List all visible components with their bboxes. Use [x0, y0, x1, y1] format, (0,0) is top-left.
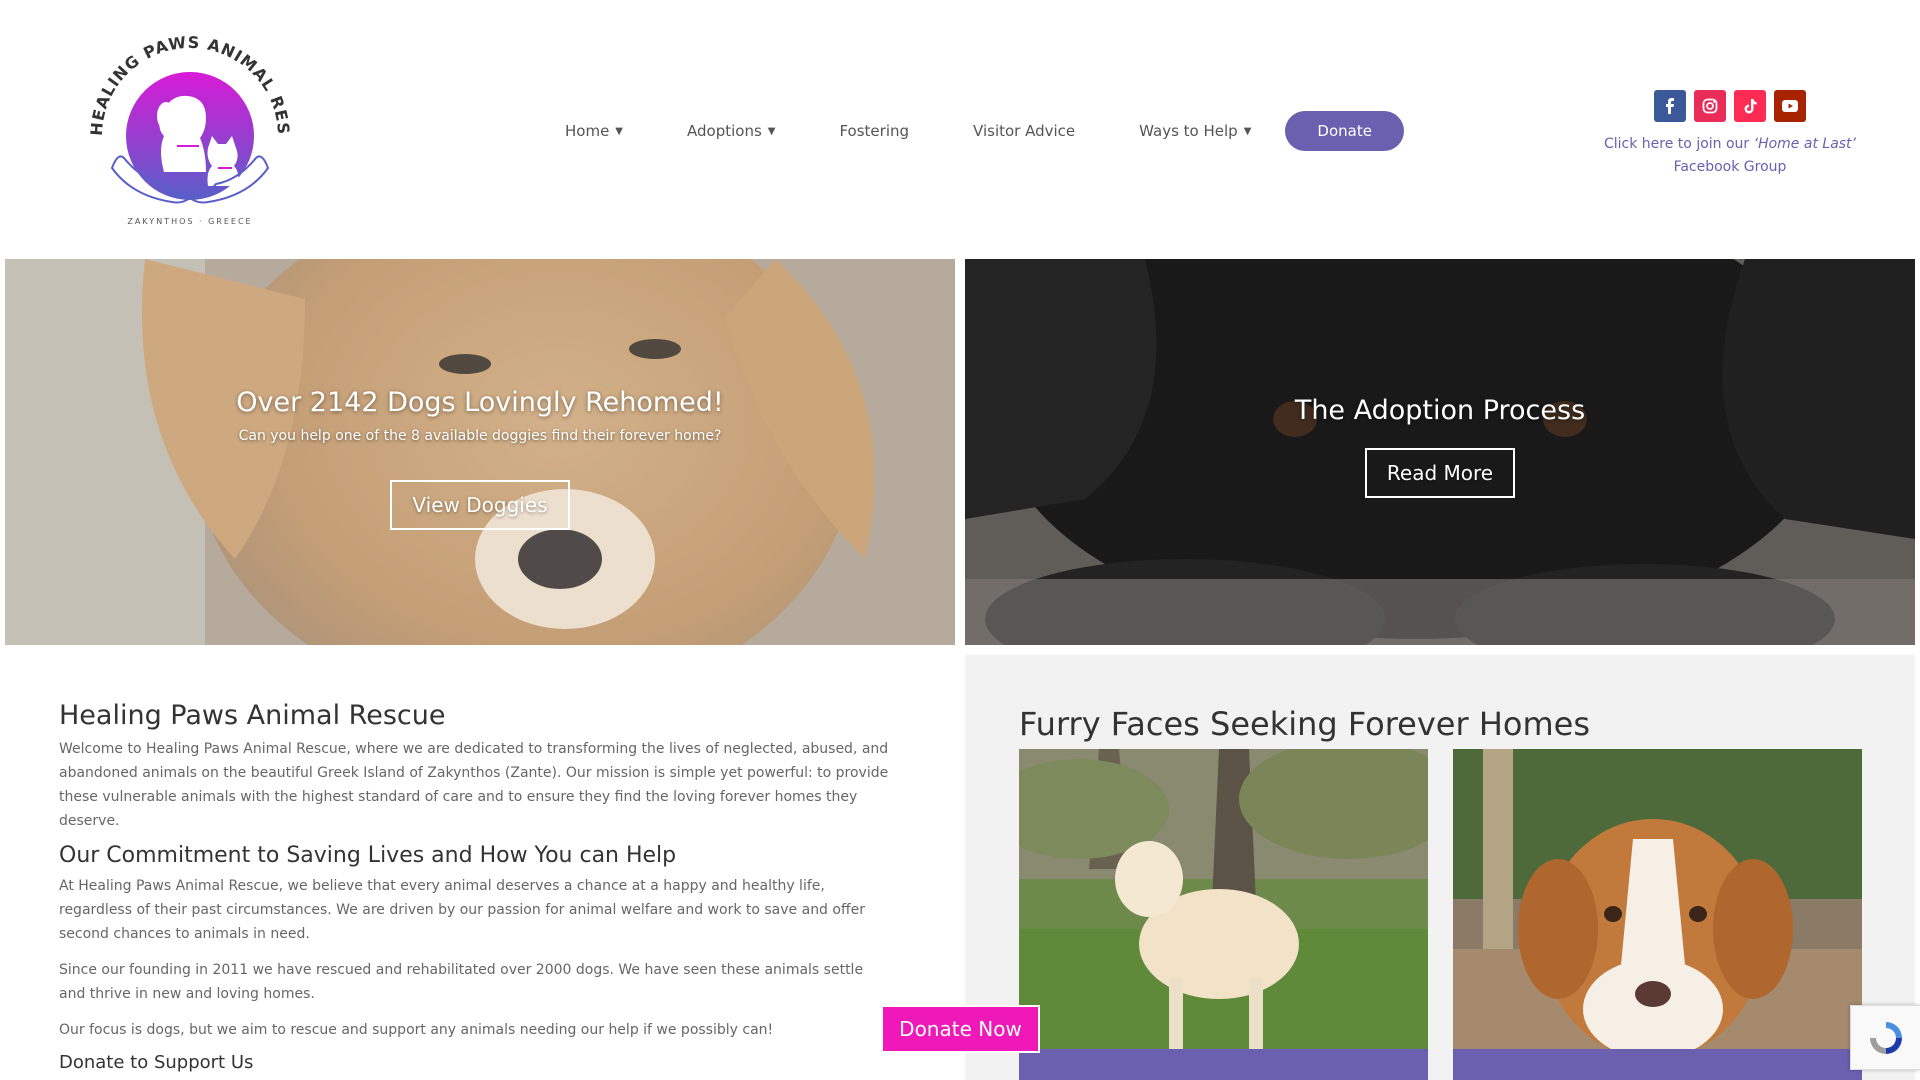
hero-rehomed-content: Over 2142 Dogs Lovingly Rehomed! Can you…	[5, 387, 955, 530]
nav-visitor-advice-label: Visitor Advice	[973, 122, 1076, 140]
furry-faces-section: Furry Faces Seeking Forever Homes	[965, 655, 1915, 1080]
nav-ways-to-help-label: Ways to Help	[1139, 122, 1238, 140]
nav-visitor-advice[interactable]: Visitor Advice	[973, 122, 1075, 140]
dog-card-bar	[1019, 1049, 1428, 1080]
instagram-icon[interactable]	[1694, 90, 1726, 122]
intro-paragraph-4: Our focus is dogs, but we aim to rescue …	[59, 1022, 774, 1038]
chevron-down-icon: ▼	[767, 125, 776, 137]
fb-group-suffix: Facebook Group	[1673, 159, 1787, 175]
cream-dog-photo	[1019, 749, 1428, 1080]
chevron-down-icon: ▼	[1243, 125, 1252, 137]
dog-card[interactable]	[1453, 749, 1862, 1080]
nav-home[interactable]: Home ▼	[565, 122, 623, 140]
nav-fostering-label: Fostering	[839, 122, 910, 140]
hero-rehomed-subtitle: Can you help one of the 8 available dogg…	[238, 428, 722, 444]
site-logo[interactable]: HEALING PAWS ANIMAL RESCUE ZAKYNTHOS · G…	[75, 3, 297, 233]
tiktok-icon[interactable]	[1734, 90, 1766, 122]
recaptcha-icon	[1869, 1021, 1902, 1054]
intro-paragraph-3: Since our founding in 2011 we have rescu…	[59, 962, 864, 1002]
social-links	[1654, 90, 1814, 122]
hero-rehomed: Over 2142 Dogs Lovingly Rehomed! Can you…	[5, 259, 955, 645]
fb-group-prefix: Click here to join our	[1604, 136, 1754, 152]
nav-fostering[interactable]: Fostering	[839, 122, 909, 140]
recaptcha-badge[interactable]	[1850, 1005, 1920, 1070]
dog-card-bar	[1453, 1049, 1862, 1080]
intro-section: Healing Paws Animal Rescue Welcome to He…	[59, 700, 889, 1073]
intro-paragraph-2: At Healing Paws Animal Rescue, we believ…	[59, 878, 865, 942]
donate-heading: Donate to Support Us	[59, 1052, 254, 1073]
logo-location: ZAKYNTHOS · GREECE	[127, 217, 252, 226]
chevron-down-icon: ▼	[615, 125, 623, 137]
facebook-group-link[interactable]: Click here to join our ‘Home at Last’ Fa…	[1600, 133, 1860, 179]
facebook-icon[interactable]	[1654, 90, 1686, 122]
view-doggies-button[interactable]: View Doggies	[390, 480, 570, 530]
hero-rehomed-title: Over 2142 Dogs Lovingly Rehomed!	[236, 387, 724, 418]
logo-graphic: HEALING PAWS ANIMAL RESCUE ZAKYNTHOS · G…	[75, 3, 292, 226]
nav-ways-to-help[interactable]: Ways to Help ▼	[1139, 122, 1251, 140]
furry-faces-title: Furry Faces Seeking Forever Homes	[1019, 705, 1590, 743]
nav-adoptions-label: Adoptions	[687, 122, 762, 140]
nav-donate-button[interactable]: Donate	[1285, 111, 1404, 151]
main-nav: Home ▼ Adoptions ▼ Fostering Visitor Adv…	[565, 111, 1404, 151]
intro-title: Healing Paws Animal Rescue	[59, 700, 446, 731]
intro-paragraph-1: Welcome to Healing Paws Animal Rescue, w…	[59, 741, 889, 829]
hero-adoption-content: The Adoption Process Read More	[965, 395, 1915, 498]
hero-adoption-title: The Adoption Process	[1294, 395, 1586, 426]
commitment-heading: Our Commitment to Saving Lives and How Y…	[59, 843, 677, 868]
donate-now-button[interactable]: Donate Now	[881, 1005, 1040, 1053]
dog-card[interactable]	[1019, 749, 1428, 1080]
hero-adoption: The Adoption Process Read More	[965, 259, 1915, 645]
beagle-dog-photo	[1453, 749, 1862, 1080]
nav-home-label: Home	[565, 122, 610, 140]
read-more-button[interactable]: Read More	[1364, 448, 1516, 498]
youtube-icon[interactable]	[1774, 90, 1806, 122]
fb-group-name: ‘Home at Last’	[1753, 136, 1856, 152]
nav-adoptions[interactable]: Adoptions ▼	[687, 122, 775, 140]
site-header: HEALING PAWS ANIMAL RESCUE ZAKYNTHOS · G…	[0, 0, 1920, 259]
